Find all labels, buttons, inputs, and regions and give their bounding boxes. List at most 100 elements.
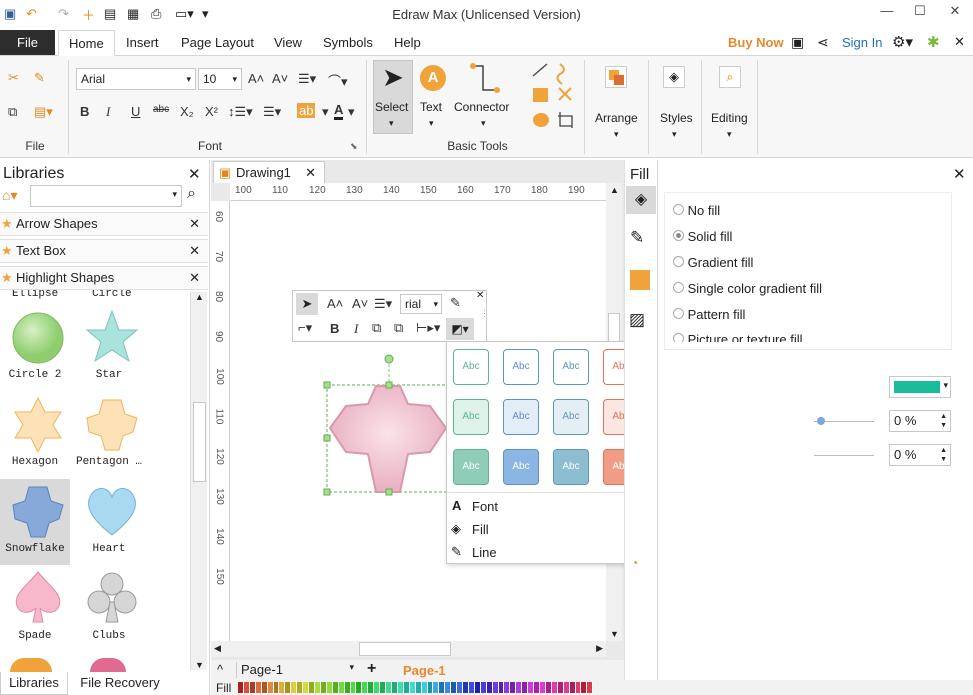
settings-gear-icon[interactable]: ⚙▾ bbox=[892, 33, 913, 51]
canvas-horizontal-scrollbar[interactable]: ◀ ▶ bbox=[211, 641, 606, 657]
line-spacing-icon[interactable]: ↕☰▾ bbox=[228, 104, 253, 120]
close-category-icon[interactable]: ✕ bbox=[189, 213, 200, 235]
image-tab-icon[interactable]: ▨ bbox=[629, 310, 645, 330]
styles-dropdown-icon[interactable]: ▾ bbox=[672, 129, 677, 140]
page-select[interactable]: Page-1 ▾ bbox=[236, 662, 356, 678]
tab-home[interactable]: Home bbox=[58, 30, 115, 56]
sign-in-link[interactable]: Sign In bbox=[842, 35, 882, 50]
scroll-down-icon[interactable]: ▼ bbox=[195, 660, 204, 670]
superscript-icon[interactable]: X² bbox=[205, 104, 218, 119]
shape-clubs[interactable]: Clubs bbox=[74, 566, 144, 652]
canvas-scroll-thumb[interactable] bbox=[608, 313, 620, 343]
info-tab-icon[interactable]: ◔ bbox=[631, 556, 638, 570]
arrange-dropdown-icon[interactable]: ▾ bbox=[614, 129, 619, 140]
shape-hexagon[interactable]: Hexagon bbox=[0, 392, 70, 478]
close-mini-toolbar-icon[interactable]: ✕ bbox=[476, 290, 484, 301]
tab-page-layout[interactable]: Page Layout bbox=[171, 30, 264, 56]
arrange-button[interactable]: Arrange bbox=[595, 111, 638, 125]
palette-color[interactable] bbox=[587, 682, 594, 693]
grow-font-icon[interactable]: A˄ bbox=[327, 296, 343, 311]
menu-fill[interactable]: Fill bbox=[472, 522, 489, 537]
menu-font[interactable]: Font bbox=[472, 499, 498, 514]
text-tool-label[interactable]: Text bbox=[420, 100, 442, 114]
tab-libraries[interactable]: Libraries bbox=[0, 672, 68, 695]
font-dialog-launcher-icon[interactable]: ⬊ bbox=[350, 141, 358, 152]
paste-icon[interactable]: ▤▾ bbox=[34, 104, 53, 120]
align-icon[interactable]: ⊢▸▾ bbox=[416, 320, 440, 336]
style-swatch[interactable]: Abc bbox=[453, 349, 489, 385]
editing-button[interactable]: Editing bbox=[711, 111, 748, 125]
scroll-right-icon[interactable]: ▶ bbox=[596, 643, 603, 654]
library-scroll-thumb[interactable] bbox=[193, 402, 206, 482]
tab-view[interactable]: View bbox=[264, 30, 312, 56]
style-swatch[interactable]: Abc bbox=[453, 399, 489, 435]
fill-color-picker[interactable]: ▾ bbox=[889, 376, 951, 398]
fill-option-pattern-fill[interactable]: Pattern fill bbox=[673, 307, 745, 322]
shape-spade[interactable]: Spade bbox=[0, 566, 70, 652]
shape-heart[interactable]: Heart bbox=[74, 479, 144, 565]
bold-icon[interactable]: B bbox=[330, 321, 339, 336]
buy-now-link[interactable]: Buy Now bbox=[728, 35, 784, 50]
style-swatch[interactable]: Abc bbox=[503, 399, 539, 435]
font-color-dropdown-icon[interactable]: ▾ bbox=[348, 104, 355, 120]
align-text-icon[interactable]: ☰▾ bbox=[298, 71, 316, 87]
scroll-left-icon[interactable]: ◀ bbox=[214, 643, 221, 654]
canvas-hscroll-thumb[interactable] bbox=[359, 642, 451, 656]
second-slider-track[interactable] bbox=[814, 455, 874, 456]
style-swatch[interactable]: Abc bbox=[553, 399, 589, 435]
document-tab[interactable]: ▣ Drawing1 ✕ bbox=[213, 161, 325, 183]
minimize-button[interactable]: — bbox=[872, 3, 902, 23]
scroll-up-icon[interactable]: ▲ bbox=[610, 185, 619, 195]
fill-option-picture-fill[interactable]: Picture or texture fill bbox=[673, 333, 803, 342]
tab-insert[interactable]: Insert bbox=[116, 30, 169, 56]
basic-shapes-gallery[interactable] bbox=[530, 62, 580, 130]
menu-line[interactable]: Line bbox=[472, 545, 497, 560]
library-home-icon[interactable]: ⌂▾ bbox=[2, 187, 17, 204]
color-palette[interactable] bbox=[238, 682, 594, 693]
style-swatch[interactable]: Abc bbox=[503, 349, 539, 385]
close-category-icon[interactable]: ✕ bbox=[189, 240, 200, 262]
copy-icon[interactable]: ⧉ bbox=[8, 104, 17, 120]
font-color-a-icon[interactable]: A bbox=[334, 102, 344, 120]
format-painter-icon[interactable]: ✎ bbox=[34, 70, 45, 86]
fill-option-solid-fill[interactable]: Solid fill bbox=[673, 229, 732, 244]
style-swatch[interactable]: Abc bbox=[553, 449, 589, 485]
library-search-icon[interactable]: ⌕ bbox=[187, 185, 196, 203]
maximize-button[interactable]: ☐ bbox=[905, 3, 935, 23]
close-category-icon[interactable]: ✕ bbox=[189, 267, 200, 289]
tab-symbols[interactable]: Symbols bbox=[313, 30, 383, 56]
shape-circle-2[interactable]: Circle 2 bbox=[0, 305, 70, 391]
tab-file-recovery[interactable]: File Recovery bbox=[72, 672, 168, 695]
fill-option-single-color-gradient[interactable]: Single color gradient fill bbox=[673, 281, 822, 296]
selected-snowflake-shape[interactable] bbox=[322, 352, 452, 498]
spinner-icon[interactable]: ▲ ▼ bbox=[940, 412, 947, 430]
font-color-icon[interactable]: ▾ bbox=[322, 104, 329, 120]
subscript-icon[interactable]: X₂ bbox=[180, 104, 194, 119]
style-swatch[interactable]: Abc bbox=[503, 449, 539, 485]
shrink-font-icon[interactable]: A˅ bbox=[272, 71, 288, 86]
select-dropdown-icon[interactable]: ▾ bbox=[389, 118, 394, 129]
quick-style-button[interactable]: ◩▾ bbox=[446, 318, 474, 340]
fill-tab-icon[interactable]: ◈ bbox=[626, 186, 656, 214]
text-direction-icon[interactable]: ⌒▾ bbox=[328, 71, 348, 90]
library-category-text-box[interactable]: ★ Text Box ✕ bbox=[0, 239, 208, 263]
connector-dropdown-icon[interactable]: ▾ bbox=[481, 118, 486, 129]
grow-font-icon[interactable]: A˄ bbox=[248, 71, 264, 86]
shape-snowflake[interactable]: Snowflake bbox=[0, 479, 70, 565]
text-highlight-icon[interactable]: ab bbox=[297, 103, 316, 118]
style-swatch[interactable]: Abc bbox=[553, 349, 589, 385]
close-document-icon[interactable]: ✕ bbox=[305, 162, 316, 183]
cut-icon[interactable]: ✂ bbox=[8, 70, 19, 86]
transparency-slider-thumb[interactable] bbox=[817, 417, 825, 425]
shrink-font-icon[interactable]: A˅ bbox=[352, 296, 368, 311]
share-doc-icon[interactable]: ▣ bbox=[791, 34, 804, 51]
send-back-icon[interactable]: ⧉ bbox=[394, 320, 403, 336]
scroll-up-icon[interactable]: ▲ bbox=[195, 292, 204, 302]
font-name-select[interactable]: Arial ▾ bbox=[76, 68, 196, 90]
tab-help[interactable]: Help bbox=[384, 30, 431, 56]
page-tab-active[interactable]: Page-1 bbox=[403, 663, 446, 678]
library-search-input[interactable]: ▾ bbox=[30, 185, 182, 207]
text-dropdown-icon[interactable]: ▾ bbox=[429, 118, 434, 129]
fill-option-gradient-fill[interactable]: Gradient fill bbox=[673, 255, 753, 270]
connector-tool-label[interactable]: Connector bbox=[454, 100, 509, 114]
